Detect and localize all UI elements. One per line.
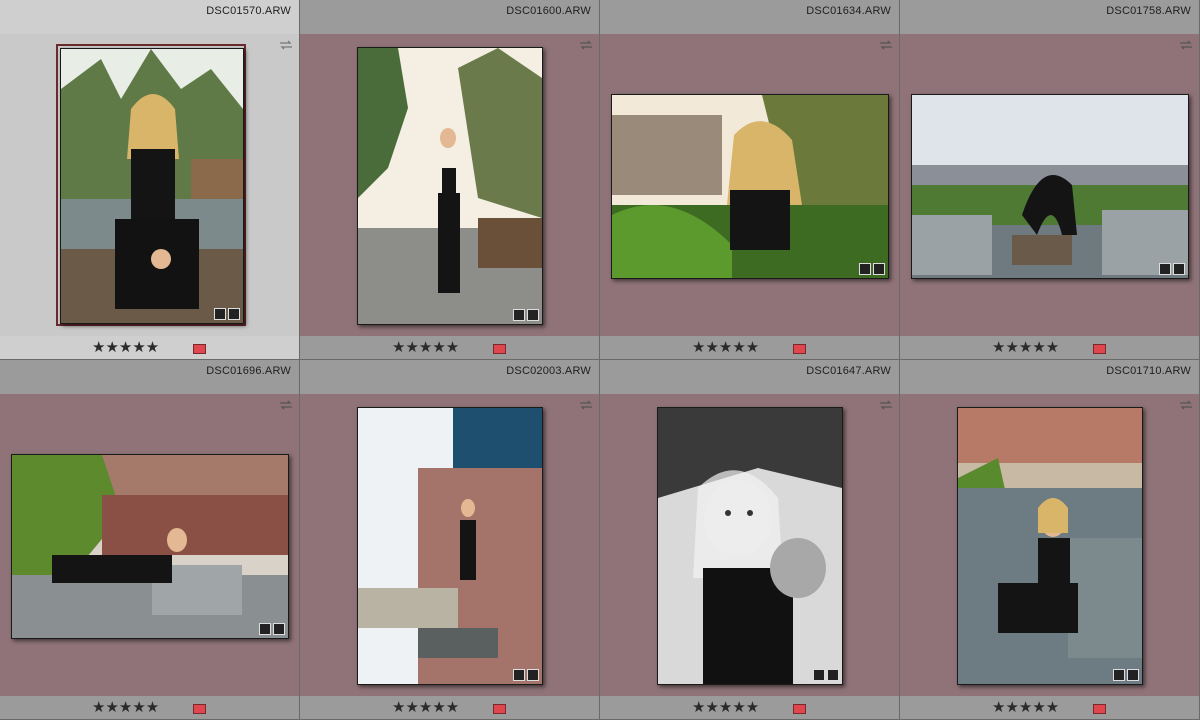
thumbnail-badges [1113,669,1139,681]
color-label-red[interactable] [493,344,506,354]
thumbnail-badges [813,669,839,681]
keyword-tag-icon [1113,669,1125,681]
cell-header: DSC01710.ARW [900,360,1199,394]
sync-arrows-icon[interactable] [579,400,593,410]
filename-label: DSC01696.ARW [206,365,291,377]
cell-header: DSC01634.ARW [600,0,899,34]
color-label-red[interactable] [793,344,806,354]
photo-thumbnail[interactable] [357,47,543,325]
color-label-red[interactable] [793,704,806,714]
sync-arrows-icon[interactable] [879,400,893,410]
sync-arrows-icon[interactable] [1179,400,1193,410]
develop-adjusted-icon [228,308,240,320]
star-rating[interactable]: ★★★★★ [92,698,159,716]
cell-header: DSC01758.ARW [900,0,1199,34]
keyword-tag-icon [214,308,226,320]
develop-adjusted-icon [873,263,885,275]
keyword-tag-icon [513,309,525,321]
keyword-tag-icon [813,669,825,681]
color-label-red[interactable] [1093,344,1106,354]
photo-thumbnail[interactable] [11,454,289,639]
cell-footer: ★★★★★ [300,696,599,719]
keyword-tag-icon [259,623,271,635]
star-rating[interactable]: ★★★★★ [692,338,759,356]
develop-adjusted-icon [527,669,539,681]
grid-cell[interactable]: DSC01696.ARW ★★★★★ [0,360,299,719]
cell-footer: ★★★★★ [0,336,299,359]
thumbnail-badges [259,623,285,635]
filename-label: DSC01600.ARW [506,5,591,17]
cell-header: DSC01600.ARW [300,0,599,34]
thumbnail-badges [859,263,885,275]
star-rating[interactable]: ★★★★★ [392,338,459,356]
develop-adjusted-icon [1173,263,1185,275]
cell-footer: ★★★★★ [300,336,599,359]
star-rating[interactable]: ★★★★★ [392,698,459,716]
filename-label: DSC02003.ARW [506,365,591,377]
grid-cell[interactable]: DSC01570.ARW ★★★★★ [0,0,299,359]
color-label-red[interactable] [1093,704,1106,714]
star-rating[interactable]: ★★★★★ [692,698,759,716]
color-label-red[interactable] [193,704,206,714]
cell-footer: ★★★★★ [0,696,299,719]
grid-cell[interactable]: DSC01758.ARW ★★★★★ [900,0,1199,359]
cell-header: DSC02003.ARW [300,360,599,394]
keyword-tag-icon [859,263,871,275]
cell-footer: ★★★★★ [600,336,899,359]
grid-cell[interactable]: DSC01600.ARW ★★★★★ [300,0,599,359]
star-rating[interactable]: ★★★★★ [992,698,1059,716]
thumbnail-badges [513,669,539,681]
grid-cell[interactable]: DSC02003.ARW ★★★★★ [300,360,599,719]
photo-thumbnail[interactable] [357,407,543,685]
develop-adjusted-icon [527,309,539,321]
thumbnail-badges [1159,263,1185,275]
star-rating[interactable]: ★★★★★ [92,338,159,356]
grid-cell[interactable]: DSC01710.ARW ★★★★★ [900,360,1199,719]
cell-header: DSC01696.ARW [0,360,299,394]
photo-thumbnail[interactable] [911,94,1189,279]
develop-adjusted-icon [273,623,285,635]
keyword-tag-icon [1159,263,1171,275]
thumbnail-badges [513,309,539,321]
photo-thumbnail[interactable] [957,407,1143,685]
thumbnail-badges [214,308,240,320]
photo-thumbnail[interactable] [611,94,889,279]
filename-label: DSC01758.ARW [1106,5,1191,17]
sync-arrows-icon[interactable] [1179,40,1193,50]
grid-cell[interactable]: DSC01634.ARW ★★★★★ [600,0,899,359]
color-label-red[interactable] [193,344,206,354]
filename-label: DSC01634.ARW [806,5,891,17]
filename-label: DSC01570.ARW [206,5,291,17]
develop-adjusted-icon [827,669,839,681]
photo-grid: DSC01570.ARW ★★★★★ DSC01600.ARW ★★★★★ DS… [0,0,1200,720]
sync-arrows-icon[interactable] [279,400,293,410]
star-rating[interactable]: ★★★★★ [992,338,1059,356]
cell-footer: ★★★★★ [900,336,1199,359]
sync-arrows-icon[interactable] [579,40,593,50]
cell-footer: ★★★★★ [600,696,899,719]
photo-thumbnail[interactable] [657,407,843,685]
keyword-tag-icon [513,669,525,681]
cell-footer: ★★★★★ [900,696,1199,719]
grid-cell[interactable]: DSC01647.ARW ★★★★★ [600,360,899,719]
sync-arrows-icon[interactable] [279,40,293,50]
photo-thumbnail[interactable] [60,48,244,324]
cell-header: DSC01570.ARW [0,0,299,34]
color-label-red[interactable] [493,704,506,714]
cell-header: DSC01647.ARW [600,360,899,394]
filename-label: DSC01710.ARW [1106,365,1191,377]
filename-label: DSC01647.ARW [806,365,891,377]
develop-adjusted-icon [1127,669,1139,681]
sync-arrows-icon[interactable] [879,40,893,50]
